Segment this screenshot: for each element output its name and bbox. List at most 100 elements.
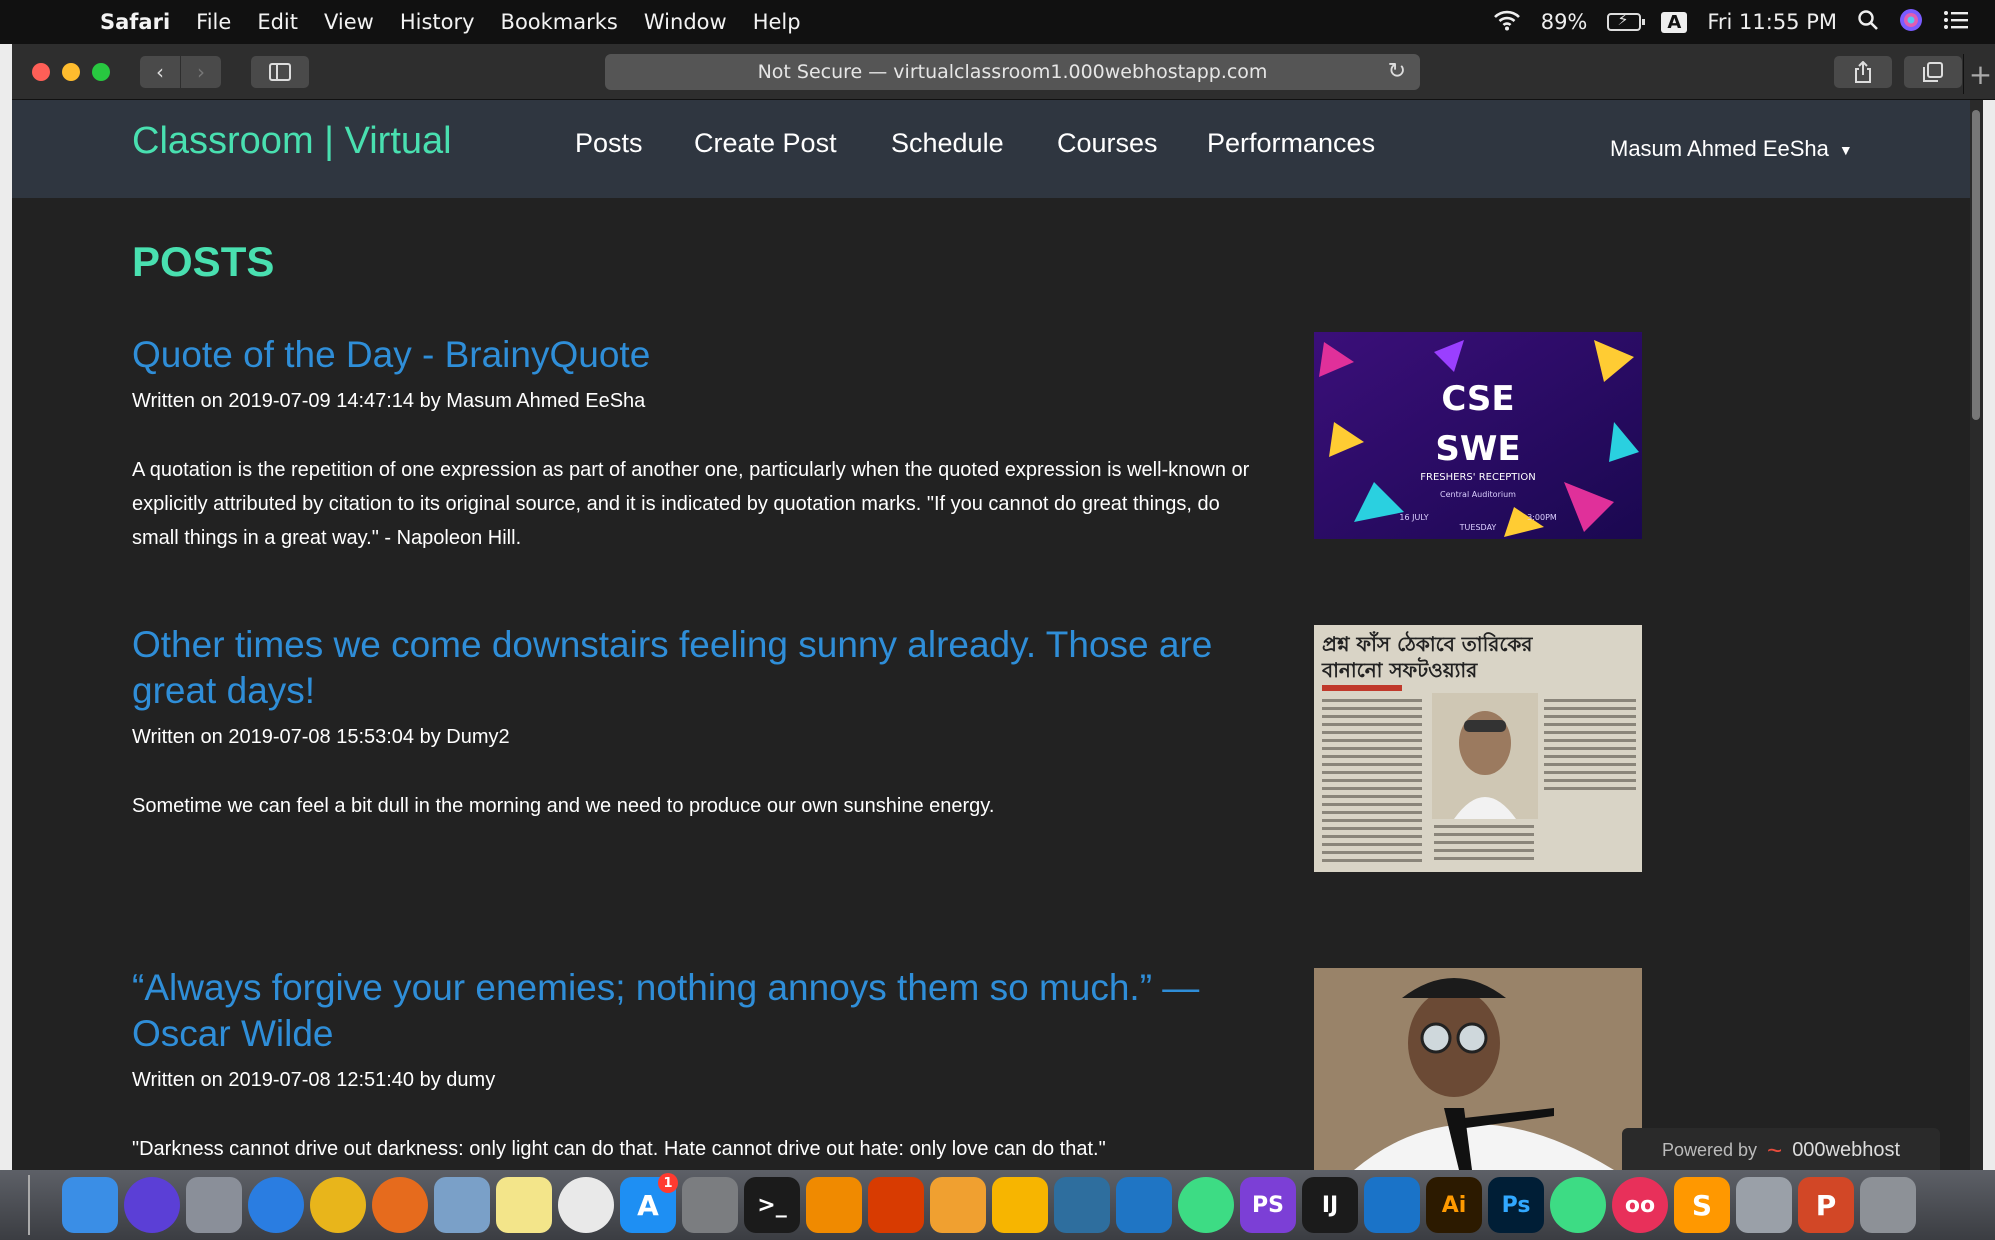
sidebar-icon — [269, 62, 291, 81]
reload-icon[interactable]: ↻ — [1388, 59, 1406, 84]
menu-view[interactable]: View — [324, 10, 374, 34]
newspaper-headline-2: বানানো সফটওয়্যার — [1321, 657, 1478, 682]
page-title: POSTS — [132, 238, 275, 285]
post-body: A quotation is the repetition of one exp… — [132, 459, 1250, 549]
nav-link-posts[interactable]: Posts — [575, 128, 643, 159]
dock-trash-icon[interactable] — [1860, 1177, 1916, 1233]
dock-windows-icon[interactable] — [868, 1177, 924, 1233]
share-button[interactable] — [1834, 55, 1892, 88]
dock-chrome-icon[interactable] — [310, 1177, 366, 1233]
flyer-caption: FRESHERS' RECEPTION — [1420, 472, 1535, 483]
zoom-window-button[interactable] — [92, 62, 110, 81]
back-button[interactable]: ‹ — [140, 55, 180, 88]
post-body: Sometime we can feel a bit dull in the m… — [132, 795, 995, 817]
forward-button[interactable]: › — [181, 55, 221, 88]
scrollbar-thumb[interactable] — [1972, 110, 1980, 420]
caret-down-icon: ▼ — [1838, 142, 1853, 159]
share-icon — [1855, 60, 1871, 83]
menu-app-safari[interactable]: Safari — [100, 10, 170, 34]
menu-bookmarks[interactable]: Bookmarks — [501, 10, 618, 34]
nav-link-schedule[interactable]: Schedule — [891, 128, 1004, 159]
siri-icon[interactable] — [1899, 8, 1923, 37]
post-thumbnail-photo[interactable] — [1314, 968, 1642, 1170]
post-title-link[interactable]: Quote of the Day - BrainyQuote — [132, 334, 650, 375]
powered-by-label: Powered by — [1661, 1139, 1757, 1160]
dock-illustrator-icon[interactable]: Ai — [1426, 1177, 1482, 1233]
nav-link-performances[interactable]: Performances — [1207, 128, 1375, 159]
post-title-link[interactable]: Other times we come downstairs feeling s… — [132, 624, 1212, 711]
dock-phpstorm-icon[interactable]: PS — [1240, 1177, 1296, 1233]
dock-finder-icon[interactable] — [62, 1177, 118, 1233]
spotlight-search-icon[interactable] — [1857, 9, 1879, 36]
page-scrollbar[interactable] — [1970, 100, 1983, 1170]
site-brand-link[interactable]: Classroom | Virtual — [132, 120, 452, 163]
dock-xcode-icon[interactable] — [1364, 1177, 1420, 1233]
dock-intellij-icon[interactable]: IJ — [1302, 1177, 1358, 1233]
wifi-icon[interactable] — [1493, 9, 1521, 36]
flyer-date: 16 JULY — [1399, 513, 1428, 522]
dock-firefox-icon[interactable] — [372, 1177, 428, 1233]
input-source-icon[interactable]: A — [1661, 11, 1688, 33]
flyer-line1: CSE — [1441, 379, 1514, 419]
dock-icon-label: S — [1691, 1188, 1713, 1222]
newspaper-headline-1: প্রশ্ন ফাঁস ঠেকাবে তারিকের — [1322, 631, 1533, 656]
nav-link-create-post[interactable]: Create Post — [694, 128, 837, 159]
post-thumbnail-flyer[interactable]: CSE SWE FRESHERS' RECEPTION Central Audi… — [1314, 332, 1642, 539]
dock-photos-icon[interactable] — [558, 1177, 614, 1233]
dock-vscode-icon[interactable] — [1116, 1177, 1172, 1233]
dock-android-studio-icon[interactable] — [1178, 1177, 1234, 1233]
post-meta: Written on 2019-07-08 12:51:40 by dumy — [132, 1069, 496, 1091]
battery-icon[interactable] — [1607, 10, 1646, 31]
powered-by-badge[interactable]: Powered by ~ 000webhost — [1622, 1128, 1940, 1170]
menu-edit[interactable]: Edit — [257, 10, 298, 34]
dock-tableplus-icon[interactable] — [930, 1177, 986, 1233]
minimize-window-button[interactable] — [62, 62, 80, 81]
dock-powerpoint-icon[interactable]: P — [1798, 1177, 1854, 1233]
notification-center-icon[interactable] — [1943, 10, 1969, 35]
window-controls — [32, 62, 110, 81]
post-meta: Written on 2019-07-09 14:47:14 by Masum … — [132, 390, 646, 412]
menu-file[interactable]: File — [196, 10, 231, 34]
flyer-time: 3:00PM — [1527, 513, 1557, 522]
chevron-right-icon: › — [197, 59, 205, 84]
address-bar[interactable]: Not Secure — virtualclassroom1.000webhos… — [605, 53, 1420, 90]
dock-launchpad-icon[interactable] — [186, 1177, 242, 1233]
post-meta: Written on 2019-07-08 15:53:04 by Dumy2 — [132, 726, 510, 748]
sidebar-toggle-button[interactable] — [251, 55, 309, 88]
dock-safari-icon[interactable] — [248, 1177, 304, 1233]
dock-oo-app-icon[interactable]: oo — [1612, 1177, 1668, 1233]
dock-mysql-workbench-icon[interactable] — [1054, 1177, 1110, 1233]
dock-notes-icon[interactable] — [496, 1177, 552, 1233]
dock-app-store-icon[interactable]: A1 — [620, 1173, 678, 1233]
dock-photoshop-icon[interactable]: Ps — [1488, 1177, 1544, 1233]
dock-archive-utility-icon[interactable] — [1736, 1177, 1792, 1233]
history-nav: ‹ › — [140, 55, 221, 88]
dock-sublime-text-icon[interactable]: S — [1674, 1177, 1730, 1233]
close-window-button[interactable] — [32, 62, 50, 81]
dock-vlc-icon[interactable] — [806, 1177, 862, 1233]
dock-android-file-icon[interactable] — [1550, 1177, 1606, 1233]
dock-sketch-icon[interactable] — [992, 1177, 1048, 1233]
dock-icon-label: oo — [1624, 1192, 1656, 1218]
battery-percent: 89% — [1540, 10, 1588, 34]
dock-icon-label: IJ — [1321, 1192, 1339, 1218]
clock[interactable]: Fri 11:55 PM — [1707, 10, 1837, 34]
menu-help[interactable]: Help — [753, 10, 801, 34]
dock-system-preferences-icon[interactable] — [682, 1177, 738, 1233]
dock-terminal-icon[interactable]: >_ — [744, 1177, 800, 1233]
post-thumbnail-newspaper[interactable]: প্রশ্ন ফাঁস ঠেকাবে তারিকের বানানো সফটওয়… — [1314, 625, 1642, 872]
dock-preview-icon[interactable] — [434, 1177, 490, 1233]
user-dropdown[interactable]: Masum Ahmed EeSha ▼ — [1610, 136, 1853, 162]
menu-history[interactable]: History — [400, 10, 475, 34]
menu-window[interactable]: Window — [644, 10, 727, 34]
powered-by-host: 000webhost — [1792, 1138, 1901, 1161]
post-title-link[interactable]: “Always forgive your enemies; nothing an… — [132, 967, 1199, 1054]
new-tab-button[interactable]: + — [1963, 54, 1995, 94]
dock-icon-label: A — [637, 1188, 659, 1222]
show-tabs-button[interactable] — [1904, 55, 1962, 88]
menu-bar: Safari File Edit View History Bookmarks … — [0, 0, 1995, 44]
dock: A 1 >_ PS IJ Ai Ps oo S P — [0, 1170, 1995, 1240]
post-card: Quote of the Day - BrainyQuote Written o… — [132, 332, 1282, 555]
nav-link-courses[interactable]: Courses — [1057, 128, 1158, 159]
dock-siri-icon[interactable] — [124, 1177, 180, 1233]
